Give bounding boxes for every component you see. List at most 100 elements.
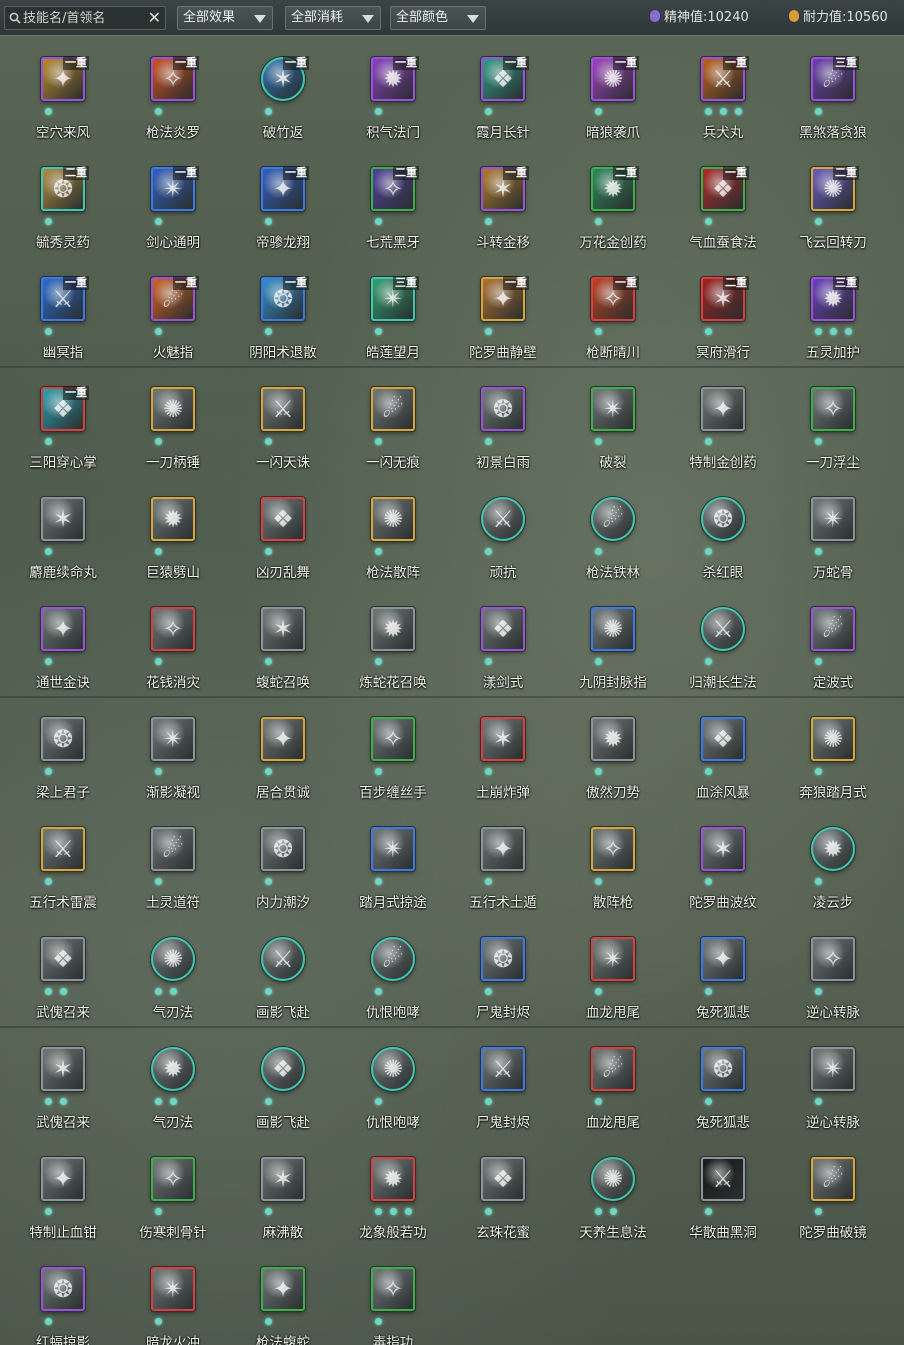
skill-card[interactable]: ❖ 漾剑式 [448,594,558,704]
skill-card[interactable]: ❂ 二重 毓秀灵药 [8,154,118,264]
skill-icon[interactable]: ✺ [371,1047,415,1091]
skill-card[interactable]: ❖ 血涂风暴 [668,704,778,814]
skill-card[interactable]: ❖ 一重 气血蚕食法 [668,154,778,264]
skill-card[interactable]: ✴ 三重 皓莲望月 [338,264,448,374]
skill-icon[interactable]: ❂ [481,387,525,431]
skill-card[interactable]: ❂ 梁上君子 [8,704,118,814]
skill-card[interactable]: ☄ 三重 黑煞落贪狼 [778,44,888,154]
skill-icon[interactable]: ⚔ [481,1047,525,1091]
skill-card[interactable]: ❂ 杀红眼 [668,484,778,594]
skill-card[interactable]: ✶ 陀罗曲波纹 [668,814,778,924]
skill-icon[interactable]: ✴ [151,717,195,761]
skill-icon[interactable]: ✺ [591,1157,635,1201]
skill-card[interactable]: ✴ 踏月式掠途 [338,814,448,924]
skill-icon[interactable]: ✴ [591,937,635,981]
skill-icon[interactable]: ☄ [811,607,855,651]
skill-card[interactable]: ✶ 麻沸散 [228,1144,338,1254]
skill-card[interactable]: ☄ 一闪无痕 [338,374,448,484]
skill-card[interactable]: ✧ 散阵枪 [558,814,668,924]
skill-icon[interactable]: ✧ [811,387,855,431]
skill-card[interactable]: ✴ 暗龙火冲 [118,1254,228,1345]
skill-icon[interactable]: ✴ [811,1047,855,1091]
skill-icon[interactable]: ❂ [701,1047,745,1091]
skill-icon[interactable]: ✦ [41,607,85,651]
skill-card[interactable]: ❖ 画影飞赴 [228,1034,338,1144]
skill-icon[interactable]: ✶ [41,1047,85,1091]
skill-card[interactable]: ☄ 血龙甩尾 [558,1034,668,1144]
skill-icon[interactable]: ✺ [811,717,855,761]
skill-card[interactable]: ✺ 奔狼踏月式 [778,704,888,814]
skill-icon[interactable]: ✦ [481,827,525,871]
skill-icon[interactable]: ☄ [811,1157,855,1201]
skill-icon[interactable]: ✴ [151,1267,195,1311]
skill-card[interactable]: ❖ 一重 霞月长针 [448,44,558,154]
skill-icon[interactable]: ✧ [591,827,635,871]
skill-icon[interactable]: ⚔ [41,827,85,871]
skill-card[interactable]: ⚔ 顽抗 [448,484,558,594]
skill-icon[interactable]: ❖ [701,717,745,761]
skill-icon[interactable]: ☄ [371,937,415,981]
skill-icon[interactable]: ✧ [151,607,195,651]
skill-icon[interactable]: ✹ [151,497,195,541]
skill-card[interactable]: ☄ 仇恨咆哮 [338,924,448,1034]
skill-card[interactable]: ✺ 气刃法 [118,924,228,1034]
skill-card[interactable]: ✴ 血龙甩尾 [558,924,668,1034]
skill-icon[interactable]: ✹ [811,827,855,871]
skill-icon[interactable]: ⚔ [701,607,745,651]
skill-icon[interactable]: ✦ [701,387,745,431]
skill-card[interactable]: ✶ 麝鹿续命丸 [8,484,118,594]
clear-icon[interactable]: ✕ [148,8,161,28]
skill-card[interactable]: ⚔ 一重 兵犬丸 [668,44,778,154]
skill-card[interactable]: ❂ 兔死狐悲 [668,1034,778,1144]
skill-card[interactable]: ✦ 通世金诀 [8,594,118,704]
skill-icon[interactable]: ✧ [811,937,855,981]
skill-card[interactable]: ✹ 二重 万花金创药 [558,154,668,264]
skill-card[interactable]: ✴ 万蛇骨 [778,484,888,594]
skill-card[interactable]: ✦ 一重 空穴来风 [8,44,118,154]
skill-icon[interactable]: ✺ [151,387,195,431]
skill-card[interactable]: ❂ 一重 阴阳术退散 [228,264,338,374]
skill-icon[interactable]: ❖ [261,497,305,541]
skill-card[interactable]: ⚔ 五行术雷震 [8,814,118,924]
skill-card[interactable]: ✦ 特制金创药 [668,374,778,484]
skill-icon[interactable]: ☄ [591,1047,635,1091]
skill-icon[interactable]: ✹ [371,607,415,651]
skill-icon[interactable]: ✶ [481,717,525,761]
skill-icon[interactable]: ✴ [371,827,415,871]
cost-filter-dropdown[interactable]: 全部消耗 [285,6,381,30]
skill-card[interactable]: ⚔ 画影飞赴 [228,924,338,1034]
skill-icon[interactable]: ✶ [701,827,745,871]
skill-card[interactable]: ✴ 渐影凝视 [118,704,228,814]
skill-icon[interactable]: ❖ [481,1157,525,1201]
skill-icon[interactable]: ⚔ [261,387,305,431]
skill-icon[interactable]: ✹ [151,1047,195,1091]
skill-card[interactable]: ✺ 仇恨咆哮 [338,1034,448,1144]
skill-card[interactable]: ✶ 二重 冥府滑行 [668,264,778,374]
skill-icon[interactable]: ❖ [261,1047,305,1091]
skill-card[interactable]: ❖ 玄珠花蜜 [448,1144,558,1254]
skill-card[interactable]: ✧ 逆心转脉 [778,924,888,1034]
skill-card[interactable]: ☄ 枪法铁林 [558,484,668,594]
skill-card[interactable]: ✧ 二重 七荒黑牙 [338,154,448,264]
skill-card[interactable]: ✦ 一重 帝骖龙翔 [228,154,338,264]
skill-card[interactable]: ✺ 天养生息法 [558,1144,668,1254]
skill-card[interactable]: ⚔ 一重 幽冥指 [8,264,118,374]
skill-card[interactable]: ✹ 傲然刀势 [558,704,668,814]
skill-card[interactable]: ✹ 三重 五灵加护 [778,264,888,374]
skill-card[interactable]: ✹ 炼蛇花召唤 [338,594,448,704]
skill-icon[interactable]: ☄ [591,497,635,541]
skill-card[interactable]: ⚔ 尸鬼封烬 [448,1034,558,1144]
skill-icon[interactable]: ✺ [371,497,415,541]
skill-card[interactable]: ❂ 内力潮汐 [228,814,338,924]
skill-icon[interactable]: ⚔ [481,497,525,541]
skill-icon[interactable]: ❂ [261,827,305,871]
skill-icon[interactable]: ❂ [41,1267,85,1311]
skill-card[interactable]: ✦ 五行术土遁 [448,814,558,924]
skill-card[interactable]: ✹ 一重 积气法门 [338,44,448,154]
skill-icon[interactable]: ❖ [481,607,525,651]
skill-card[interactable]: ✶ 蝮蛇召唤 [228,594,338,704]
skill-card[interactable]: ✦ 特制止血钳 [8,1144,118,1254]
skill-card[interactable]: ✹ 气刃法 [118,1034,228,1144]
skill-card[interactable]: ✦ 居合贯诚 [228,704,338,814]
skill-icon[interactable]: ✶ [261,1157,305,1201]
